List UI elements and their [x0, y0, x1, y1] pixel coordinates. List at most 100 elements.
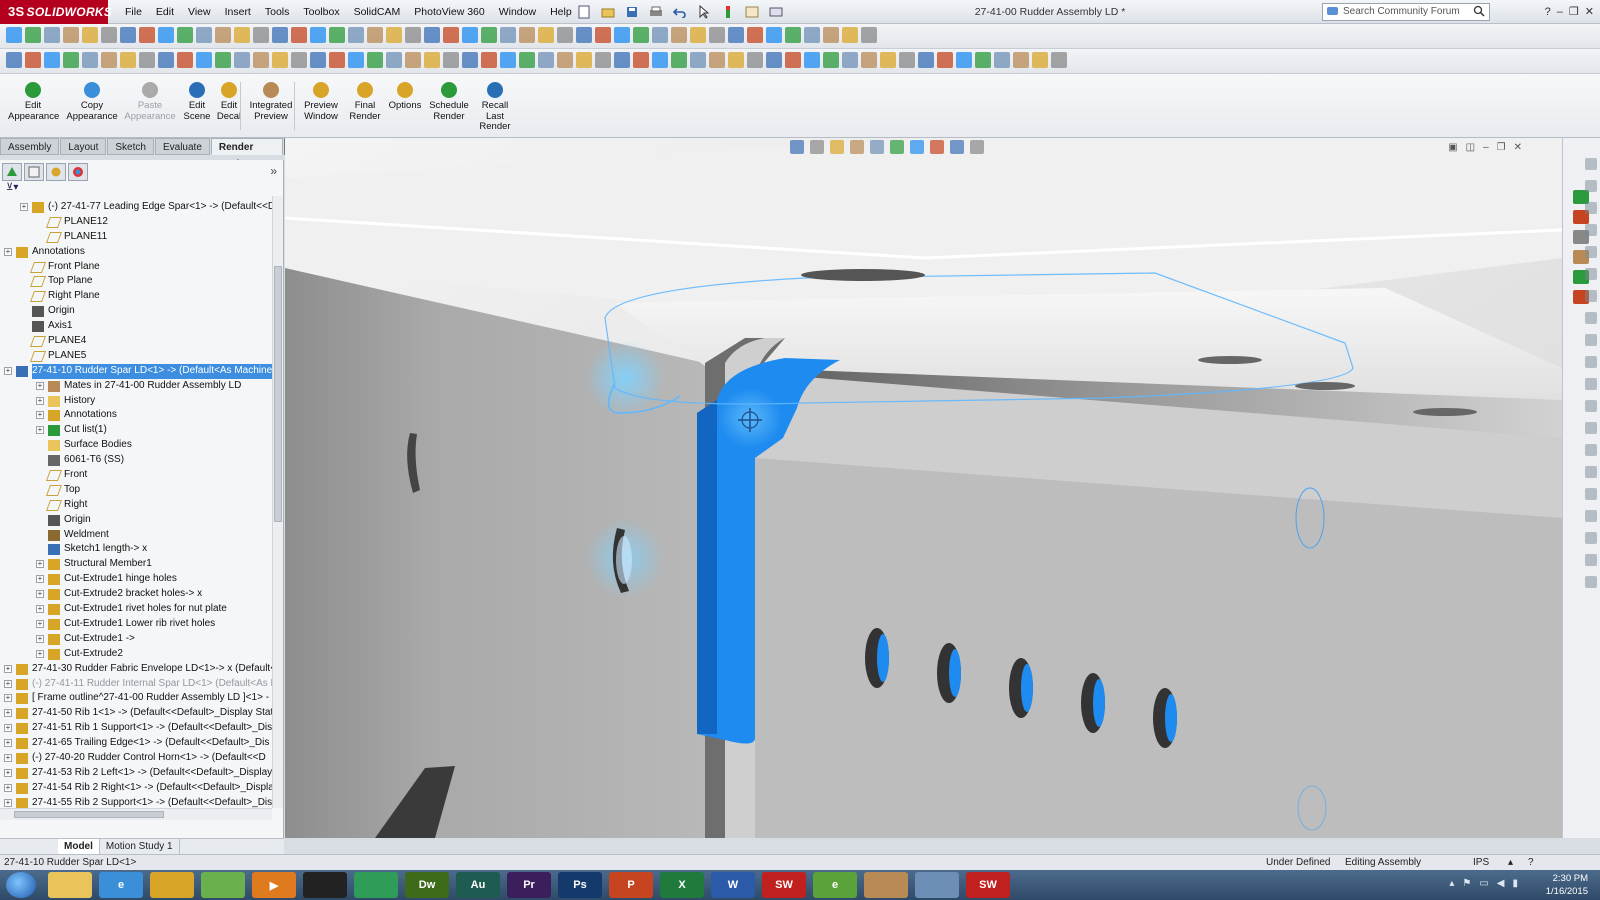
tree-item[interactable]: +27-41-10 Rudder Spar LD<1> -> (Default<…: [0, 363, 272, 379]
view-tool-icon[interactable]: [614, 27, 630, 43]
feature-tool-icon[interactable]: [405, 52, 421, 68]
open-folder-icon[interactable]: [598, 3, 618, 21]
units-menu-icon[interactable]: ▴: [1508, 855, 1513, 870]
expand-panel-icon[interactable]: »: [270, 164, 277, 178]
edit-appearance-icon[interactable]: [930, 140, 944, 154]
feature-tool-icon[interactable]: [766, 52, 782, 68]
section-view-icon[interactable]: [850, 140, 864, 154]
tile-view-icon[interactable]: ▣: [1448, 142, 1457, 153]
expand-icon[interactable]: +: [4, 768, 12, 777]
menu-file[interactable]: File: [118, 0, 149, 24]
view-tool-icon[interactable]: [101, 27, 117, 43]
word-icon[interactable]: W: [711, 872, 755, 898]
feature-tool-icon[interactable]: [63, 52, 79, 68]
tree-item[interactable]: + Cut-Extrude2 bracket holes-> x: [0, 587, 272, 602]
power-icon[interactable]: ▮: [1512, 878, 1518, 889]
feature-tool-icon[interactable]: [709, 52, 725, 68]
feature-tool-icon[interactable]: [6, 52, 22, 68]
tab-model[interactable]: Model: [58, 839, 100, 854]
view-tool-icon[interactable]: [690, 27, 706, 43]
feature-tool-icon[interactable]: [557, 52, 573, 68]
sketch-tool-icon[interactable]: [1585, 158, 1597, 170]
sketch-tool-icon[interactable]: [1585, 334, 1597, 346]
feature-tool-icon[interactable]: [652, 52, 668, 68]
edit-appearance-button[interactable]: Edit Appearance: [8, 82, 59, 122]
minimize-view-icon[interactable]: –: [1483, 142, 1489, 153]
view-tool-icon[interactable]: [44, 27, 60, 43]
feature-tool-icon[interactable]: [158, 52, 174, 68]
expand-icon[interactable]: +: [36, 590, 44, 599]
sketch-tool-icon[interactable]: [1585, 488, 1597, 500]
feature-tool-icon[interactable]: [177, 52, 193, 68]
menu-insert[interactable]: Insert: [218, 0, 258, 24]
hide-show-icon[interactable]: [910, 140, 924, 154]
feature-tool-icon[interactable]: [633, 52, 649, 68]
sketch-tool-icon[interactable]: [1585, 554, 1597, 566]
feature-tool-icon[interactable]: [386, 52, 402, 68]
tree-item[interactable]: Front Plane: [0, 260, 272, 275]
audition-icon[interactable]: Au: [456, 872, 500, 898]
close-view-icon[interactable]: ✕: [1514, 142, 1522, 153]
options-button[interactable]: Options: [386, 82, 424, 112]
sketch-tool-icon[interactable]: [1585, 576, 1597, 588]
expand-icon[interactable]: +: [36, 575, 44, 584]
sketch-tool-icon[interactable]: [1585, 290, 1597, 302]
tree-item[interactable]: Axis1: [0, 319, 272, 334]
tree-item[interactable]: + (-) 27-40-20 Rudder Control Horn<1> -> …: [0, 751, 272, 766]
view-tool-icon[interactable]: [823, 27, 839, 43]
tab-layout[interactable]: Layout: [60, 138, 107, 155]
view-tool-icon[interactable]: [82, 27, 98, 43]
expand-icon[interactable]: +: [4, 724, 12, 733]
premiere-icon[interactable]: Pr: [507, 872, 551, 898]
feature-tool-icon[interactable]: [367, 52, 383, 68]
tree-item[interactable]: Top Plane: [0, 274, 272, 289]
ie-alt-icon[interactable]: e: [813, 872, 857, 898]
sketch-tool-icon[interactable]: [1585, 466, 1597, 478]
sketch-tool-icon[interactable]: [1585, 246, 1597, 258]
feature-tool-icon[interactable]: [880, 52, 896, 68]
menu-tools[interactable]: Tools: [258, 0, 297, 24]
view-tool-icon[interactable]: [367, 27, 383, 43]
view-tool-icon[interactable]: [215, 27, 231, 43]
search-icon[interactable]: [1473, 5, 1485, 23]
feature-tool-icon[interactable]: [785, 52, 801, 68]
expand-icon[interactable]: +: [4, 798, 12, 807]
feature-tool-icon[interactable]: [918, 52, 934, 68]
view-tool-icon[interactable]: [443, 27, 459, 43]
schedule-render-button[interactable]: Schedule Render: [426, 82, 472, 122]
apply-scene-icon[interactable]: [950, 140, 964, 154]
internet-explorer-icon[interactable]: e: [99, 872, 143, 898]
view-tool-icon[interactable]: [272, 27, 288, 43]
tree-item[interactable]: + (-) 27-41-77 Leading Edge Spar<1> -> (D…: [0, 200, 272, 215]
tree-item[interactable]: + Annotations: [0, 245, 272, 260]
save-icon[interactable]: [622, 3, 642, 21]
expand-icon[interactable]: +: [36, 605, 44, 614]
tree-item[interactable]: Top: [0, 483, 272, 498]
feature-tool-icon[interactable]: [139, 52, 155, 68]
expand-icon[interactable]: +: [4, 247, 12, 256]
expand-icon[interactable]: +: [36, 411, 44, 420]
feature-tool-icon[interactable]: [937, 52, 953, 68]
menu-photoview-360[interactable]: PhotoView 360: [407, 0, 491, 24]
view-tool-icon[interactable]: [424, 27, 440, 43]
graphics-area[interactable]: ▣ ◫ – ❐ ✕: [285, 138, 1562, 838]
view-tool-icon[interactable]: [310, 27, 326, 43]
photoshop-icon[interactable]: Ps: [558, 872, 602, 898]
view-tool-icon[interactable]: [728, 27, 744, 43]
tree-item[interactable]: + Cut-Extrude1 ->: [0, 632, 272, 647]
feature-tool-icon[interactable]: [671, 52, 687, 68]
split-view-icon[interactable]: ◫: [1466, 142, 1475, 153]
expand-icon[interactable]: +: [4, 753, 12, 762]
sketch-tool-icon[interactable]: [1585, 268, 1597, 280]
expand-icon[interactable]: +: [36, 396, 44, 405]
expand-icon[interactable]: +: [36, 649, 44, 658]
view-tool-icon[interactable]: [500, 27, 516, 43]
tree-item[interactable]: Weldment: [0, 528, 272, 543]
tree-item[interactable]: + Structural Member1: [0, 557, 272, 572]
view-tool-icon[interactable]: [519, 27, 535, 43]
sketch-tool-icon[interactable]: [1585, 356, 1597, 368]
sketch-tool-icon[interactable]: [1585, 378, 1597, 390]
view-tool-icon[interactable]: [120, 27, 136, 43]
menu-solidcam[interactable]: SolidCAM: [347, 0, 408, 24]
feature-tool-icon[interactable]: [823, 52, 839, 68]
